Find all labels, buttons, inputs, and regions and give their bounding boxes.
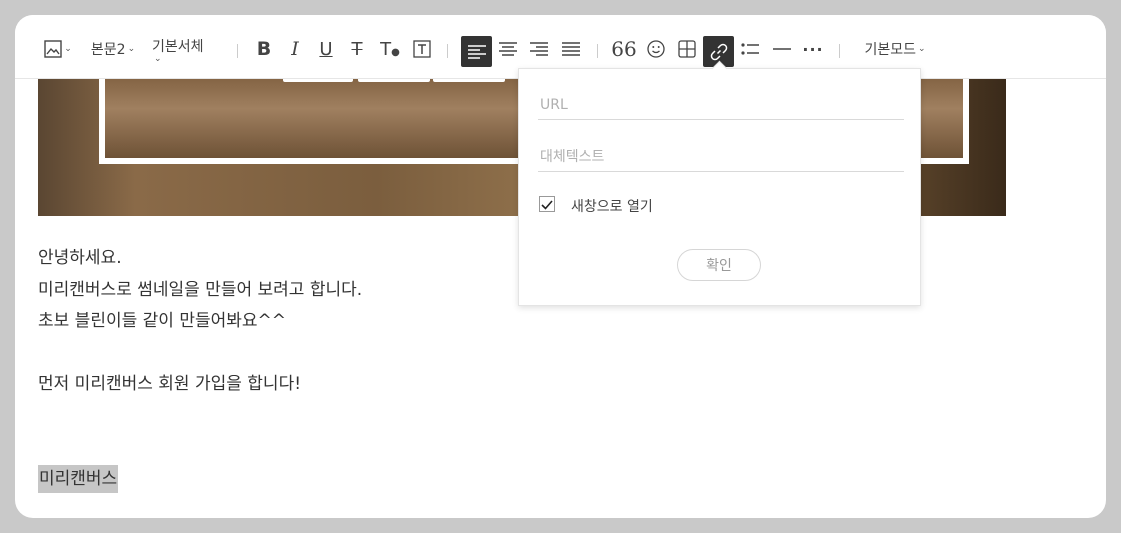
more-icon: ··· bbox=[802, 39, 824, 59]
editor: ⌄ 본문2 ⌄ 기본서체 ⌄ B I U T T● 66 ··· 기본모드 ⌄ … bbox=[15, 15, 1106, 518]
text-color-button[interactable]: T● bbox=[377, 35, 403, 63]
align-left-icon bbox=[467, 44, 486, 59]
bold-icon: B bbox=[256, 38, 272, 60]
image-icon bbox=[44, 40, 62, 58]
divider-icon bbox=[773, 47, 791, 51]
list-icon bbox=[741, 42, 759, 56]
underline-button[interactable]: U bbox=[314, 35, 338, 63]
list-button[interactable] bbox=[737, 35, 763, 63]
italic-button[interactable]: I bbox=[283, 35, 307, 63]
confirm-button[interactable]: 확인 bbox=[677, 249, 761, 281]
strikethrough-button[interactable]: T bbox=[345, 35, 369, 63]
align-center-icon bbox=[499, 42, 517, 56]
content-line: 초보 블린이들 같이 만들어봐요^^ bbox=[38, 311, 287, 331]
font-select[interactable]: 기본서체 ⌄ bbox=[152, 35, 214, 64]
link-icon bbox=[710, 43, 728, 61]
content-line: 먼저 미리캔버스 회원 가입을 합니다! bbox=[38, 374, 302, 394]
quote-icon: 66 bbox=[611, 37, 637, 61]
align-justify-icon bbox=[562, 42, 580, 56]
alt-text-input[interactable] bbox=[538, 149, 904, 172]
chevron-down-icon: ⌄ bbox=[917, 44, 926, 54]
emoji-button[interactable] bbox=[643, 35, 669, 63]
bold-button[interactable]: B bbox=[252, 35, 276, 63]
editor-content[interactable]: 안녕하세요. 미리캔버스로 썸네일을 만들어 보려고 합니다. 초보 블린이들 … bbox=[38, 243, 362, 495]
align-center-button[interactable] bbox=[495, 35, 521, 63]
selected-line: 미리캔버스 bbox=[38, 464, 362, 496]
divider bbox=[447, 44, 448, 58]
table-button[interactable] bbox=[674, 35, 700, 63]
content-line: 안녕하세요. bbox=[38, 248, 122, 268]
align-right-button[interactable] bbox=[526, 35, 552, 63]
new-window-checkbox[interactable] bbox=[539, 196, 555, 212]
content-line: 미리캔버스로 썸네일을 만들어 보려고 합니다. bbox=[38, 279, 363, 300]
chevron-down-icon: ⌄ bbox=[154, 54, 162, 64]
link-popover: 새창으로 열기 확인 bbox=[518, 60, 921, 306]
url-input[interactable] bbox=[538, 97, 904, 120]
selected-text[interactable]: 미리캔버스 bbox=[38, 464, 119, 493]
chevron-down-icon: ⌄ bbox=[127, 44, 136, 54]
content-line bbox=[38, 432, 362, 464]
emoji-icon bbox=[647, 40, 665, 58]
divider-line-button[interactable] bbox=[769, 35, 795, 63]
font-value: 기본서체 bbox=[152, 39, 204, 55]
underline-icon: U bbox=[319, 38, 333, 60]
content-line bbox=[38, 338, 362, 370]
text-background-button[interactable] bbox=[410, 35, 434, 63]
italic-icon: I bbox=[291, 38, 299, 60]
more-button[interactable]: ··· bbox=[800, 35, 826, 63]
divider bbox=[839, 44, 840, 58]
table-icon bbox=[678, 40, 696, 58]
chevron-down-icon: ⌄ bbox=[64, 44, 72, 54]
align-left-button[interactable] bbox=[461, 36, 492, 67]
text-color-icon: T● bbox=[380, 38, 400, 60]
strikethrough-icon: T bbox=[351, 38, 363, 60]
divider bbox=[237, 44, 238, 58]
divider bbox=[597, 44, 598, 58]
align-right-icon bbox=[530, 42, 548, 56]
insert-image-button[interactable]: ⌄ bbox=[42, 35, 74, 63]
content-line bbox=[38, 401, 362, 433]
checkmark-icon bbox=[541, 195, 553, 214]
new-window-label: 새창으로 열기 bbox=[571, 199, 653, 215]
text-background-icon bbox=[413, 40, 431, 58]
align-justify-button[interactable] bbox=[558, 35, 584, 63]
paragraph-style-value: 본문2 bbox=[90, 42, 126, 58]
paragraph-style-select[interactable]: 본문2 ⌄ bbox=[88, 35, 138, 63]
quote-button[interactable]: 66 bbox=[611, 35, 637, 63]
mode-value: 기본모드 bbox=[864, 42, 916, 58]
mode-select[interactable]: 기본모드 ⌄ bbox=[860, 35, 930, 63]
